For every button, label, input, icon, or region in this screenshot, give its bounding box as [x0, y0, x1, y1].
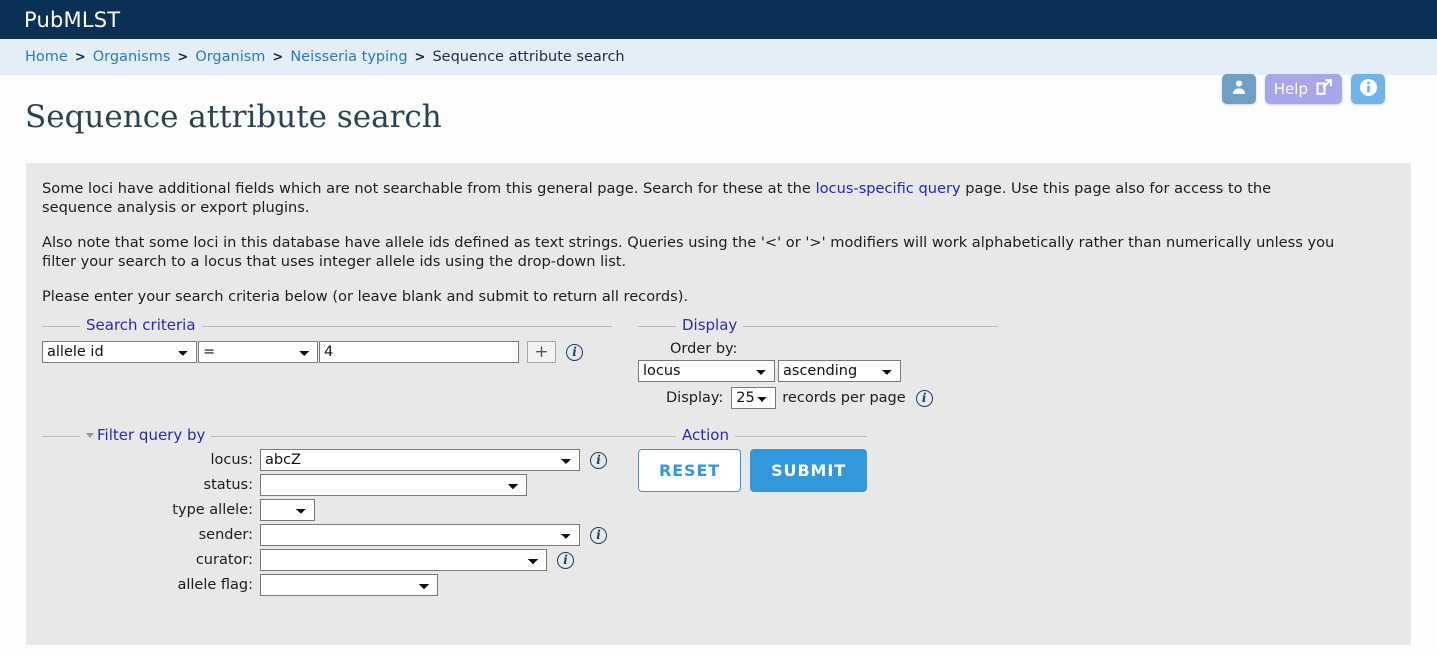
- intro-paragraph-2: Also note that some loci in this databas…: [42, 234, 1335, 270]
- search-field-select[interactable]: allele id: [42, 341, 197, 363]
- breadcrumb-separator: >: [177, 49, 189, 65]
- display-body: Order by: locus ascending Display: 25 re…: [638, 327, 998, 409]
- order-direction-select[interactable]: ascending: [778, 360, 901, 382]
- search-criteria-legend: Search criteria: [80, 316, 202, 334]
- chevron-down-icon[interactable]: [86, 433, 94, 438]
- help-button-label: Help: [1273, 80, 1308, 98]
- filter-row-sender: sender: i: [42, 524, 660, 546]
- breadcrumb-item-organisms[interactable]: Organisms: [93, 49, 171, 65]
- filter-label-allele-flag: allele flag:: [177, 577, 253, 593]
- filter-row-type-allele: type allele:: [42, 499, 660, 521]
- filter-info-icon-curator[interactable]: i: [557, 551, 574, 569]
- filter-query-fieldset: Filter query by locus: abcZ i status: ty…: [42, 426, 660, 626]
- site-title: PubMLST: [24, 7, 121, 32]
- filter-label-type-allele: type allele:: [172, 502, 253, 518]
- filter-select-type-allele[interactable]: [260, 499, 315, 521]
- help-button[interactable]: Help: [1264, 74, 1342, 104]
- records-per-page-row: Display: 25 records per page i: [666, 387, 998, 409]
- information-button[interactable]: [1351, 74, 1385, 104]
- order-by-row: locus ascending: [638, 360, 998, 382]
- intro-paragraph-1: Some loci have additional fields which a…: [42, 179, 1342, 217]
- user-icon: [1231, 79, 1247, 99]
- site-header: PubMLST: [0, 0, 1437, 39]
- order-by-label: Order by:: [670, 341, 738, 357]
- search-criteria-fieldset: Search criteria allele id = + i: [42, 316, 612, 421]
- filter-label-sender: sender:: [198, 527, 253, 543]
- info-icon: [1359, 78, 1378, 101]
- external-link-icon: [1315, 78, 1333, 100]
- intro-text-1a: Some loci have additional fields which a…: [42, 180, 816, 197]
- action-legend: Action: [676, 426, 735, 444]
- filter-row-locus: locus: abcZ i: [42, 449, 660, 471]
- filter-row-allele-flag: allele flag:: [42, 574, 660, 596]
- search-criteria-info-icon[interactable]: i: [566, 343, 583, 361]
- user-account-button[interactable]: [1221, 74, 1256, 104]
- records-per-page-suffix: records per page: [782, 390, 906, 406]
- locus-specific-query-link[interactable]: locus-specific query: [816, 180, 961, 197]
- records-per-page-select[interactable]: 25: [731, 387, 777, 409]
- filter-info-icon-locus[interactable]: i: [590, 451, 607, 469]
- breadcrumb-item-organism[interactable]: Organism: [195, 49, 265, 65]
- search-operator-select[interactable]: =: [198, 341, 318, 363]
- display-records-label: Display:: [666, 390, 724, 406]
- filter-select-status[interactable]: [260, 474, 527, 496]
- order-by-select[interactable]: locus: [638, 360, 775, 382]
- filter-row-status: status:: [42, 474, 660, 496]
- display-legend: Display: [676, 316, 744, 334]
- breadcrumb-item-current: Sequence attribute search: [432, 49, 625, 65]
- plus-icon: +: [534, 341, 549, 362]
- breadcrumb-item-neisseria-typing[interactable]: Neisseria typing: [290, 49, 407, 65]
- action-fieldset: Action RESET SUBMIT: [638, 426, 868, 516]
- filter-select-allele-flag[interactable]: [260, 574, 438, 596]
- filter-select-curator[interactable]: [260, 549, 547, 571]
- filter-row-curator: curator: i: [42, 549, 660, 571]
- filter-label-locus: locus:: [210, 452, 253, 468]
- display-fieldset: Display Order by: locus ascending Displa…: [638, 316, 998, 421]
- filter-select-locus[interactable]: abcZ: [260, 449, 580, 471]
- filter-label-curator: curator:: [195, 552, 253, 568]
- add-criteria-button[interactable]: +: [527, 341, 556, 363]
- breadcrumb-separator: >: [414, 49, 426, 65]
- reset-button[interactable]: RESET: [638, 449, 742, 492]
- display-info-icon[interactable]: i: [915, 389, 933, 407]
- filter-info-icon-sender[interactable]: i: [590, 526, 607, 544]
- action-buttons: RESET SUBMIT: [638, 437, 868, 492]
- breadcrumb-item-home[interactable]: Home: [25, 49, 68, 65]
- breadcrumb: Home > Organisms > Organism > Neisseria …: [0, 39, 1437, 75]
- filter-query-legend-label: Filter query by: [97, 426, 206, 444]
- intro-paragraph-3: Please enter your search criteria below …: [42, 288, 689, 305]
- breadcrumb-separator: >: [74, 49, 86, 65]
- top-button-group: Help: [1221, 74, 1385, 104]
- submit-button[interactable]: SUBMIT: [750, 449, 868, 492]
- search-value-input[interactable]: [319, 341, 519, 363]
- filter-rows: locus: abcZ i status: type allele: sende…: [42, 437, 660, 596]
- filter-query-legend: Filter query by: [80, 426, 212, 444]
- filter-select-sender[interactable]: [260, 524, 580, 546]
- breadcrumb-separator: >: [272, 49, 284, 65]
- filter-label-status: status:: [203, 477, 253, 493]
- page-title: Sequence attribute search: [25, 99, 442, 135]
